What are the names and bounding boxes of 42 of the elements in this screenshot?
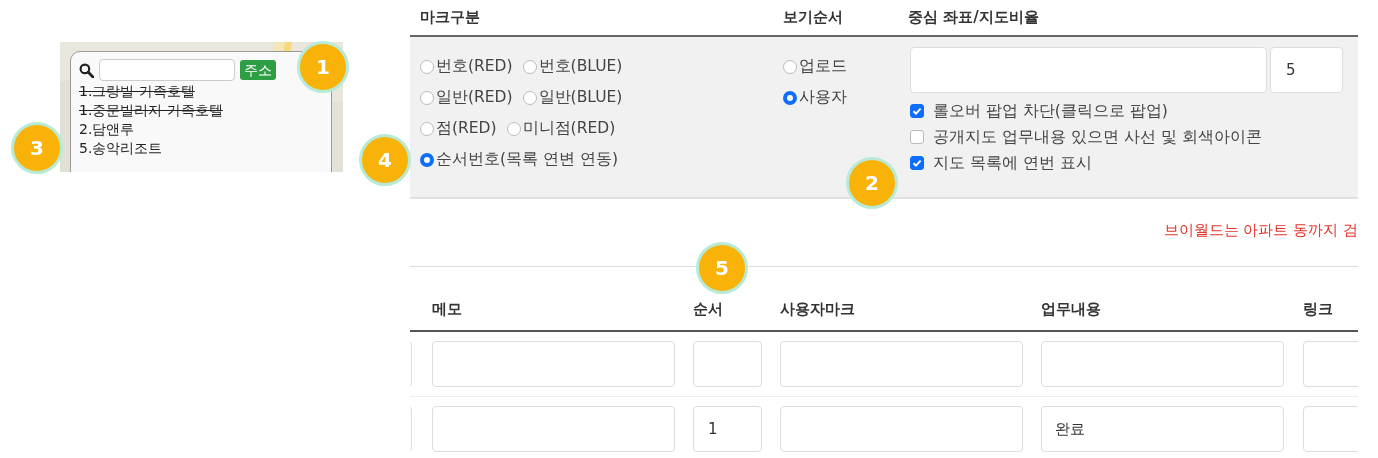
checkbox-option[interactable]: 지도 목록에 연번 표시 bbox=[910, 150, 1343, 176]
column-header: 보기순서 bbox=[782, 8, 844, 27]
radio-option[interactable]: 번호(RED) bbox=[420, 56, 513, 77]
memo-field[interactable] bbox=[432, 341, 675, 387]
user-mark-field[interactable] bbox=[780, 406, 1023, 452]
memo-field[interactable] bbox=[432, 406, 675, 452]
place-item[interactable]: 1.그랑빌 가족호텔 bbox=[79, 82, 195, 101]
column-header: 링크 bbox=[1303, 300, 1334, 319]
column-header: 중심 좌표/지도비율 bbox=[907, 8, 1040, 27]
search-icon[interactable] bbox=[79, 62, 94, 78]
task-field[interactable] bbox=[1041, 341, 1284, 387]
search-field[interactable] bbox=[99, 59, 235, 81]
check-icon bbox=[911, 157, 923, 169]
radio-option[interactable]: 업로드 bbox=[783, 56, 847, 77]
radio-option[interactable]: 사용자 bbox=[783, 87, 847, 108]
place-item[interactable]: 5.송악리조트 bbox=[79, 139, 163, 158]
place-item[interactable]: 2.담앤루 bbox=[79, 120, 135, 139]
coordinate-field[interactable] bbox=[910, 47, 1267, 93]
radio-option[interactable]: 점(RED) bbox=[420, 118, 497, 139]
radio-option[interactable]: 일반(RED) bbox=[420, 87, 513, 108]
radio-option[interactable]: 순서번호(목록 연변 연동) bbox=[420, 149, 618, 170]
user-mark-field[interactable] bbox=[780, 341, 1023, 387]
radio-option[interactable]: 미니점(RED) bbox=[506, 118, 616, 139]
column-header: 메모 bbox=[432, 300, 463, 319]
step-badge: 4 bbox=[359, 134, 411, 186]
radio-option[interactable]: 번호(BLUE) bbox=[522, 56, 623, 77]
step-badge: 5 bbox=[696, 242, 748, 294]
order-field[interactable] bbox=[693, 341, 762, 387]
order-field[interactable]: 1 bbox=[693, 406, 762, 452]
notice-text: 브이월드는 아파트 동까지 검 bbox=[1163, 221, 1358, 241]
column-header: 업무내용 bbox=[1041, 300, 1102, 319]
column-header: 마크구분 bbox=[419, 8, 481, 27]
check-icon bbox=[911, 105, 923, 117]
zoom-field[interactable]: 5 bbox=[1270, 47, 1343, 93]
place-item[interactable]: 1.중문빌리지 가족호텔 bbox=[79, 101, 223, 120]
checkbox-option[interactable]: 롤오버 팝업 차단(클릭으로 팝업) bbox=[910, 98, 1343, 124]
radio-option[interactable]: 일반(BLUE) bbox=[522, 87, 623, 108]
task-field[interactable]: 완료 bbox=[1041, 406, 1284, 452]
column-header: 순서 bbox=[693, 300, 724, 319]
checkbox-option[interactable]: 공개지도 업무내용 있으면 사선 및 회색아이콘 bbox=[910, 124, 1343, 150]
column-header: 사용자마크 bbox=[780, 300, 856, 319]
step-badge: 3 bbox=[11, 122, 63, 174]
